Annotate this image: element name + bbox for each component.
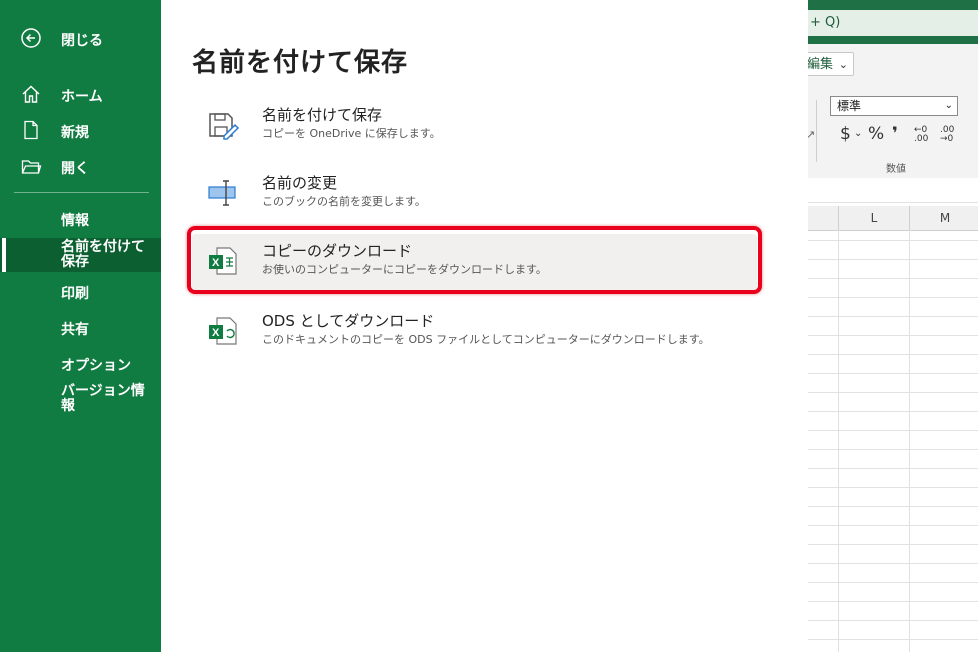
save-as-panel: 名前を付けて保存 名前を付けて保存 コピーを OneDrive に保存します。 … <box>161 0 808 652</box>
chevron-down-icon: ⌄ <box>944 100 953 111</box>
new-document-icon <box>24 120 38 140</box>
backstage-nav: 閉じる ホーム 新規 開く 情報 名前を付けて保存 印刷 共有 オプション バー… <box>0 0 161 652</box>
column-gridline <box>909 230 910 652</box>
edit-dropdown[interactable]: 編集 ⌄ <box>808 52 854 76</box>
nav-item-info[interactable]: 情報 <box>0 202 161 234</box>
option-description: このドキュメントのコピーを ODS ファイルとしてコンピューターにダウンロードし… <box>262 333 710 346</box>
excel-ribbon: 編集 ⌄ ↗ 標準 ⌄ $ ⌄ % ❜ ←0 .00 .00 →0 数値 <box>808 44 978 179</box>
selected-indicator <box>2 238 6 272</box>
nav-item-label: バージョン情報 <box>61 383 145 414</box>
nav-item-label: 新規 <box>61 125 89 141</box>
number-format-tools: $ ⌄ % ❜ ←0 .00 .00 →0 <box>834 124 970 150</box>
excel-download-icon: X <box>209 247 237 275</box>
number-format-value: 標準 <box>837 99 862 113</box>
nav-item-label: 開く <box>61 161 89 177</box>
option-description: このブックの名前を変更します。 <box>262 195 426 208</box>
svg-text:X: X <box>212 327 220 339</box>
number-group-label: 数値 <box>886 164 906 175</box>
option-download-copy[interactable]: X コピーのダウンロード お使いのコンピューターにコピーをダウンロードします。 <box>192 234 757 294</box>
nav-item-print[interactable]: 印刷 <box>0 275 161 307</box>
excel-background-window: + Q) 編集 ⌄ ↗ 標準 ⌄ $ ⌄ % ❜ ←0 .00 .00 →0 数… <box>808 0 978 652</box>
home-icon <box>22 85 40 103</box>
ribbon-group-edge-icon: ↗ <box>808 128 816 141</box>
nav-item-label: ホーム <box>61 89 103 105</box>
option-download-ods[interactable]: X ODS としてダウンロード このドキュメントのコピーを ODS ファイルとし… <box>192 304 757 374</box>
nav-item-about[interactable]: バージョン情報 <box>0 382 161 416</box>
nav-divider <box>14 192 149 193</box>
option-title: コピーのダウンロード <box>262 242 413 260</box>
nav-item-label: オプション <box>61 358 131 374</box>
nav-item-share[interactable]: 共有 <box>0 311 161 343</box>
column-header-m[interactable]: M <box>909 206 978 230</box>
rename-icon <box>208 180 236 206</box>
increase-decimal-button[interactable]: ←0 .00 <box>914 126 934 144</box>
column-gridline <box>838 230 839 652</box>
option-rename[interactable]: 名前の変更 このブックの名前を変更します。 <box>192 166 757 226</box>
formula-bar[interactable] <box>808 178 978 203</box>
edit-dropdown-label: 編集 <box>808 57 834 72</box>
chevron-down-icon: ⌄ <box>838 58 848 71</box>
option-title: ODS としてダウンロード <box>262 312 435 330</box>
chevron-down-icon[interactable]: ⌄ <box>854 128 862 139</box>
save-as-icon <box>209 113 240 140</box>
back-arrow-icon <box>21 28 41 48</box>
open-folder-icon <box>21 160 42 174</box>
excel-search-box[interactable]: + Q) <box>808 10 978 36</box>
nav-item-options[interactable]: オプション <box>0 347 161 379</box>
ribbon-divider <box>816 100 817 162</box>
option-title: 名前の変更 <box>262 174 338 192</box>
worksheet-grid[interactable] <box>808 202 978 652</box>
option-description: お使いのコンピューターにコピーをダウンロードします。 <box>262 263 547 276</box>
svg-text:X: X <box>212 257 220 269</box>
nav-item-open[interactable]: 開く <box>0 150 161 182</box>
nav-item-close[interactable]: 閉じる <box>0 22 161 54</box>
nav-item-new[interactable]: 新規 <box>0 114 161 146</box>
percent-format-button[interactable]: % <box>868 124 884 144</box>
nav-item-save-as[interactable]: 名前を付けて保存 <box>0 238 161 272</box>
nav-item-home[interactable]: ホーム <box>0 78 161 110</box>
comma-format-button[interactable]: ❜ <box>892 124 898 144</box>
option-save-as[interactable]: 名前を付けて保存 コピーを OneDrive に保存します。 <box>192 98 757 158</box>
nav-item-label: 名前を付けて保存 <box>61 239 145 270</box>
excel-ods-icon: X <box>209 317 237 345</box>
currency-format-button[interactable]: $ <box>840 124 851 144</box>
number-format-select[interactable]: 標準 ⌄ <box>830 96 958 116</box>
column-header-l[interactable]: L <box>838 206 909 230</box>
nav-item-label: 閉じる <box>61 33 103 49</box>
nav-item-label: 印刷 <box>61 286 89 302</box>
decrease-decimal-button[interactable]: .00 →0 <box>940 126 960 144</box>
option-description: コピーを OneDrive に保存します。 <box>262 127 441 140</box>
option-title: 名前を付けて保存 <box>262 106 383 124</box>
page-title: 名前を付けて保存 <box>192 48 409 78</box>
column-headers: L M <box>808 206 978 231</box>
nav-item-label: 共有 <box>61 322 89 338</box>
nav-item-label: 情報 <box>61 213 89 229</box>
